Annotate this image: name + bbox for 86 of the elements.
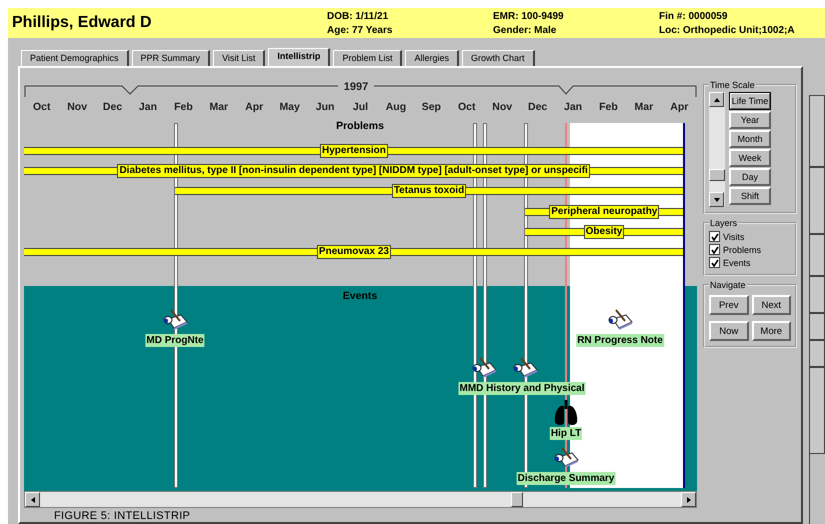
scale-button[interactable]: Year xyxy=(729,111,771,129)
month-label: Feb xyxy=(173,101,194,113)
side-tab[interactable] xyxy=(810,313,825,340)
month-label: May xyxy=(278,101,301,113)
tab[interactable]: PPR Summary xyxy=(132,50,210,66)
event-label[interactable]: RN Progress Note xyxy=(576,334,664,347)
tab[interactable]: Problem List xyxy=(333,50,402,66)
side-tab[interactable] xyxy=(810,276,825,313)
month-label: Mar xyxy=(208,101,230,113)
patient-info: EMR: 100-9499 xyxy=(493,10,565,22)
month-label: Feb xyxy=(598,101,619,113)
checkbox[interactable] xyxy=(709,231,720,242)
horizontal-scrollbar[interactable] xyxy=(24,491,697,508)
tab[interactable]: Growth Chart xyxy=(462,50,535,66)
event-label[interactable]: Discharge Summary xyxy=(516,472,616,485)
figure-caption: FIGURE 5: INTELLISTRIP xyxy=(53,510,192,522)
year-label: 1997 xyxy=(344,81,368,93)
group-title: Layers xyxy=(710,218,738,228)
tab[interactable]: Intellistrip xyxy=(268,48,330,66)
navigate-button[interactable]: Now xyxy=(709,321,748,341)
notepad-icon[interactable] xyxy=(553,447,579,469)
navigate-button[interactable]: Next xyxy=(752,295,791,315)
patient-info: Fin #: 0000059 xyxy=(659,10,728,22)
tab[interactable]: Visit List xyxy=(213,50,266,66)
event-label[interactable]: MMD History and Physical xyxy=(458,382,586,395)
notepad-icon[interactable] xyxy=(162,309,188,331)
scale-button[interactable]: Week xyxy=(729,149,771,167)
month-label: Jun xyxy=(314,101,336,113)
lungs-icon[interactable] xyxy=(554,400,578,426)
problem-bar[interactable]: Pneumovax 23 xyxy=(24,245,683,259)
month-label: Apr xyxy=(244,101,264,113)
side-tab[interactable] xyxy=(810,167,825,234)
arrow-icon xyxy=(712,196,720,204)
patient-info: DOB: 1/11/21 xyxy=(327,10,390,22)
month-label: Jan xyxy=(562,101,584,113)
side-tab[interactable] xyxy=(810,95,825,167)
month-label: Nov xyxy=(491,101,514,113)
checkbox-label: Events xyxy=(723,258,751,268)
month-label: Jul xyxy=(352,101,370,113)
events-title: Events xyxy=(342,290,378,302)
navigate-button[interactable]: More xyxy=(752,321,791,341)
arrow-icon xyxy=(28,496,36,504)
scroll-thumb[interactable] xyxy=(511,492,523,507)
month-label: Oct xyxy=(32,101,52,113)
problem-bar[interactable]: Tetanus toxoid xyxy=(175,184,683,198)
notepad-icon[interactable] xyxy=(607,309,633,331)
month-label: Aug xyxy=(384,101,408,113)
problem-bar[interactable]: Obesity xyxy=(525,225,683,239)
checkbox-label: Problems xyxy=(723,244,762,254)
month-label: Dec xyxy=(526,101,548,113)
scale-button[interactable]: Life Time xyxy=(729,92,771,110)
checkbox[interactable] xyxy=(709,257,720,268)
scale-slider[interactable] xyxy=(709,92,725,207)
tab[interactable]: Allergies xyxy=(405,50,459,66)
navigate-button[interactable]: Prev xyxy=(709,295,748,315)
arrow-icon xyxy=(712,96,720,104)
patient-name: Phillips, Edward D xyxy=(11,14,153,32)
event-label[interactable]: Hip LT xyxy=(550,427,582,440)
month-label: Dec xyxy=(102,101,124,113)
event-label[interactable]: MD ProgNte xyxy=(145,334,205,347)
side-tab[interactable] xyxy=(810,367,825,454)
slider-thumb[interactable] xyxy=(709,168,725,181)
scale-button[interactable]: Shift xyxy=(729,187,771,205)
month-label: Apr xyxy=(669,101,690,113)
month-label: Mar xyxy=(634,101,654,113)
side-tab[interactable] xyxy=(810,234,825,276)
patient-info: Loc: Orthopedic Unit;1002;A xyxy=(659,24,796,36)
tab[interactable]: Patient Demographics xyxy=(21,50,129,66)
month-label: Jan xyxy=(138,101,158,113)
problem-bar[interactable]: Hypertension xyxy=(24,144,683,158)
notepad-icon[interactable] xyxy=(471,357,497,379)
group-title: Time Scale xyxy=(710,80,755,90)
scale-button[interactable]: Day xyxy=(729,168,771,186)
month-label: Nov xyxy=(66,101,88,113)
checkbox-label: Visits xyxy=(723,232,744,242)
month-label: Oct xyxy=(457,101,477,113)
problems-title: Problems xyxy=(336,120,384,132)
scale-button[interactable]: Month xyxy=(729,130,771,148)
checkbox[interactable] xyxy=(709,244,720,255)
patient-info: Gender: Male xyxy=(493,24,558,36)
month-label: Sep xyxy=(420,101,442,113)
group-title: Navigate xyxy=(710,280,746,290)
side-tab[interactable] xyxy=(810,340,825,367)
arrow-icon xyxy=(684,496,692,504)
notepad-icon[interactable] xyxy=(512,357,538,379)
patient-info: Age: 77 Years xyxy=(327,24,394,36)
